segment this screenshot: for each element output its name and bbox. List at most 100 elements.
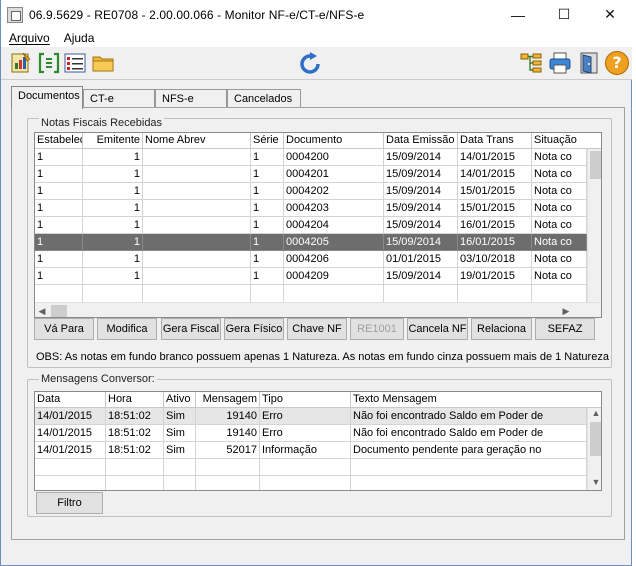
cancela-nf-button[interactable]: Cancela NF	[407, 318, 468, 340]
scroll-down-arrow-icon[interactable]: ▼	[589, 477, 601, 487]
nfr-vscroll-thumb[interactable]	[590, 151, 601, 179]
nfr-vscroll[interactable]	[587, 149, 601, 302]
scroll-up-arrow-icon[interactable]: ▲	[589, 408, 601, 418]
col-hora[interactable]: Hora	[106, 392, 164, 408]
col-mensagem[interactable]: Mensagem	[196, 392, 260, 408]
obs-note: OBS: As notas em fundo branco possuem ap…	[36, 351, 609, 363]
cell-nome	[143, 166, 251, 183]
table-row[interactable]: 1 1 1 0004201 15/09/2014 14/01/2015 Nota co	[35, 166, 587, 183]
re1001-button[interactable]: RE1001	[350, 318, 404, 340]
cell-ativo: Sim	[164, 442, 196, 459]
message-row[interactable]: 14/01/2015 18:51:02 Sim 52017 Informação Docu…	[35, 442, 587, 459]
msgs-vscroll[interactable]: ▲ ▼	[587, 408, 601, 490]
menu-ajuda[interactable]: Ajuda	[64, 31, 95, 45]
gera-fisico-button[interactable]: Gera Físico	[224, 318, 284, 340]
cell-trans: 14/01/2015	[458, 149, 532, 166]
cell-emissao: 15/09/2014	[384, 268, 458, 285]
table-row[interactable]: 1 1 1 0004206 01/01/2015 03/10/2018 Nota co	[35, 251, 587, 268]
cell-serie: 1	[251, 200, 284, 217]
cell-empty	[458, 285, 532, 302]
help-icon[interactable]: ?	[605, 51, 629, 75]
col-situacao[interactable]: Situação	[532, 133, 587, 149]
close-button[interactable]: ✕	[587, 0, 633, 29]
tab-cte[interactable]: CT-e	[83, 89, 155, 109]
sefaz-button[interactable]: SEFAZ	[535, 318, 595, 340]
cell-documento: 0004209	[284, 268, 384, 285]
report-icon[interactable]	[9, 51, 33, 75]
cell-empty	[35, 459, 106, 476]
col-serie[interactable]: Série	[251, 133, 284, 149]
col-data-trans[interactable]: Data Trans	[458, 133, 532, 149]
cell-serie: 1	[251, 268, 284, 285]
relaciona-button[interactable]: Relaciona	[471, 318, 532, 340]
cell-serie: 1	[251, 217, 284, 234]
refresh-icon[interactable]	[298, 51, 322, 75]
tab-nfse[interactable]: NFS-e	[155, 89, 227, 109]
cell-emitente: 1	[83, 166, 143, 183]
cell-hora: 18:51:02	[106, 425, 164, 442]
nfr-hscroll-thumb[interactable]	[51, 305, 67, 317]
scroll-left-arrow-icon[interactable]: ◀	[35, 306, 49, 317]
list-options-icon[interactable]	[63, 51, 87, 75]
gera-fiscal-button[interactable]: Gera Fiscal	[161, 318, 221, 340]
col-documento[interactable]: Documento	[284, 133, 384, 149]
cell-estab: 1	[35, 268, 83, 285]
table-row[interactable]: 1 1 1 0004209 15/09/2014 19/01/2015 Nota co	[35, 268, 587, 285]
col-texto-mensagem[interactable]: Texto Mensagem	[351, 392, 587, 408]
modifica-button[interactable]: Modifica	[97, 318, 157, 340]
tree-structure-icon[interactable]	[519, 51, 543, 75]
scroll-right-arrow-icon[interactable]: ▶	[559, 306, 573, 317]
cell-emissao: 15/09/2014	[384, 217, 458, 234]
cell-texto: Não foi encontrado Saldo em Poder de	[351, 425, 587, 442]
folder-icon[interactable]	[91, 51, 115, 75]
msgs-grid: Data Hora Ativo Mensagem Tipo Texto Mens…	[34, 391, 602, 491]
maximize-button[interactable]: ☐	[541, 0, 587, 29]
cell-documento: 0004206	[284, 251, 384, 268]
bracket-data-icon[interactable]	[37, 51, 61, 75]
col-tipo[interactable]: Tipo	[260, 392, 351, 408]
cell-serie: 1	[251, 149, 284, 166]
message-row[interactable]: 14/01/2015 18:51:02 Sim 19140 Erro Não foi en…	[35, 408, 587, 425]
app-icon	[7, 6, 23, 23]
cell-trans: 19/01/2015	[458, 268, 532, 285]
col-ativo[interactable]: Ativo	[164, 392, 196, 408]
cell-texto: Documento pendente para geração no	[351, 442, 587, 459]
chave-nf-button[interactable]: Chave NF	[287, 318, 347, 340]
table-row[interactable]: 1 1 1 0004200 15/09/2014 14/01/2015 Nota co	[35, 149, 587, 166]
table-row[interactable]: 1 1 1 0004202 15/09/2014 15/01/2015 Nota co	[35, 183, 587, 200]
table-row[interactable]: 1 1 1 0004203 15/09/2014 15/01/2015 Nota co	[35, 200, 587, 217]
cell-documento: 0004205	[284, 234, 384, 251]
col-data[interactable]: Data	[35, 392, 106, 408]
cell-emissao: 15/09/2014	[384, 234, 458, 251]
menu-arquivo[interactable]: Arquivo	[9, 31, 50, 45]
cell-nome	[143, 217, 251, 234]
tab-documentos[interactable]: Documentos	[11, 86, 83, 109]
message-row[interactable]: 14/01/2015 18:51:02 Sim 19140 Erro Não foi en…	[35, 425, 587, 442]
msgs-vscroll-thumb[interactable]	[590, 422, 601, 456]
cell-trans: 16/01/2015	[458, 234, 532, 251]
va-para-button[interactable]: Vá Para	[34, 318, 94, 340]
nfr-hscroll[interactable]: ◀ ▶	[35, 302, 601, 317]
title-bar: 06.9.5629 - RE0708 - 2.00.00.066 - Monit…	[1, 0, 633, 29]
print-icon[interactable]	[548, 51, 572, 75]
col-emitente[interactable]: Emitente	[83, 133, 143, 149]
cell-nome	[143, 251, 251, 268]
cell-situacao: Nota co	[532, 149, 587, 166]
col-data-emissao[interactable]: Data Emissão	[384, 133, 458, 149]
filtro-button[interactable]: Filtro	[36, 492, 103, 514]
minimize-button[interactable]: —	[495, 0, 541, 29]
window-edge	[632, 0, 636, 566]
cell-serie: 1	[251, 183, 284, 200]
table-row[interactable]: 1 1 1 0004204 15/09/2014 16/01/2015 Nota co	[35, 217, 587, 234]
cell-emitente: 1	[83, 149, 143, 166]
cell-texto: Não foi encontrado Saldo em Poder de	[351, 408, 587, 425]
cell-ativo: Sim	[164, 425, 196, 442]
exit-door-icon[interactable]	[577, 51, 601, 75]
col-nome-abrev[interactable]: Nome Abrev	[143, 133, 251, 149]
cell-serie: 1	[251, 166, 284, 183]
cell-situacao: Nota co	[532, 166, 587, 183]
cell-trans: 15/01/2015	[458, 200, 532, 217]
tab-cancelados[interactable]: Cancelados	[227, 89, 301, 109]
col-estabelec[interactable]: Estabelec	[35, 133, 83, 149]
table-row[interactable]: 1 1 1 0004205 15/09/2014 16/01/2015 Nota co	[35, 234, 587, 251]
